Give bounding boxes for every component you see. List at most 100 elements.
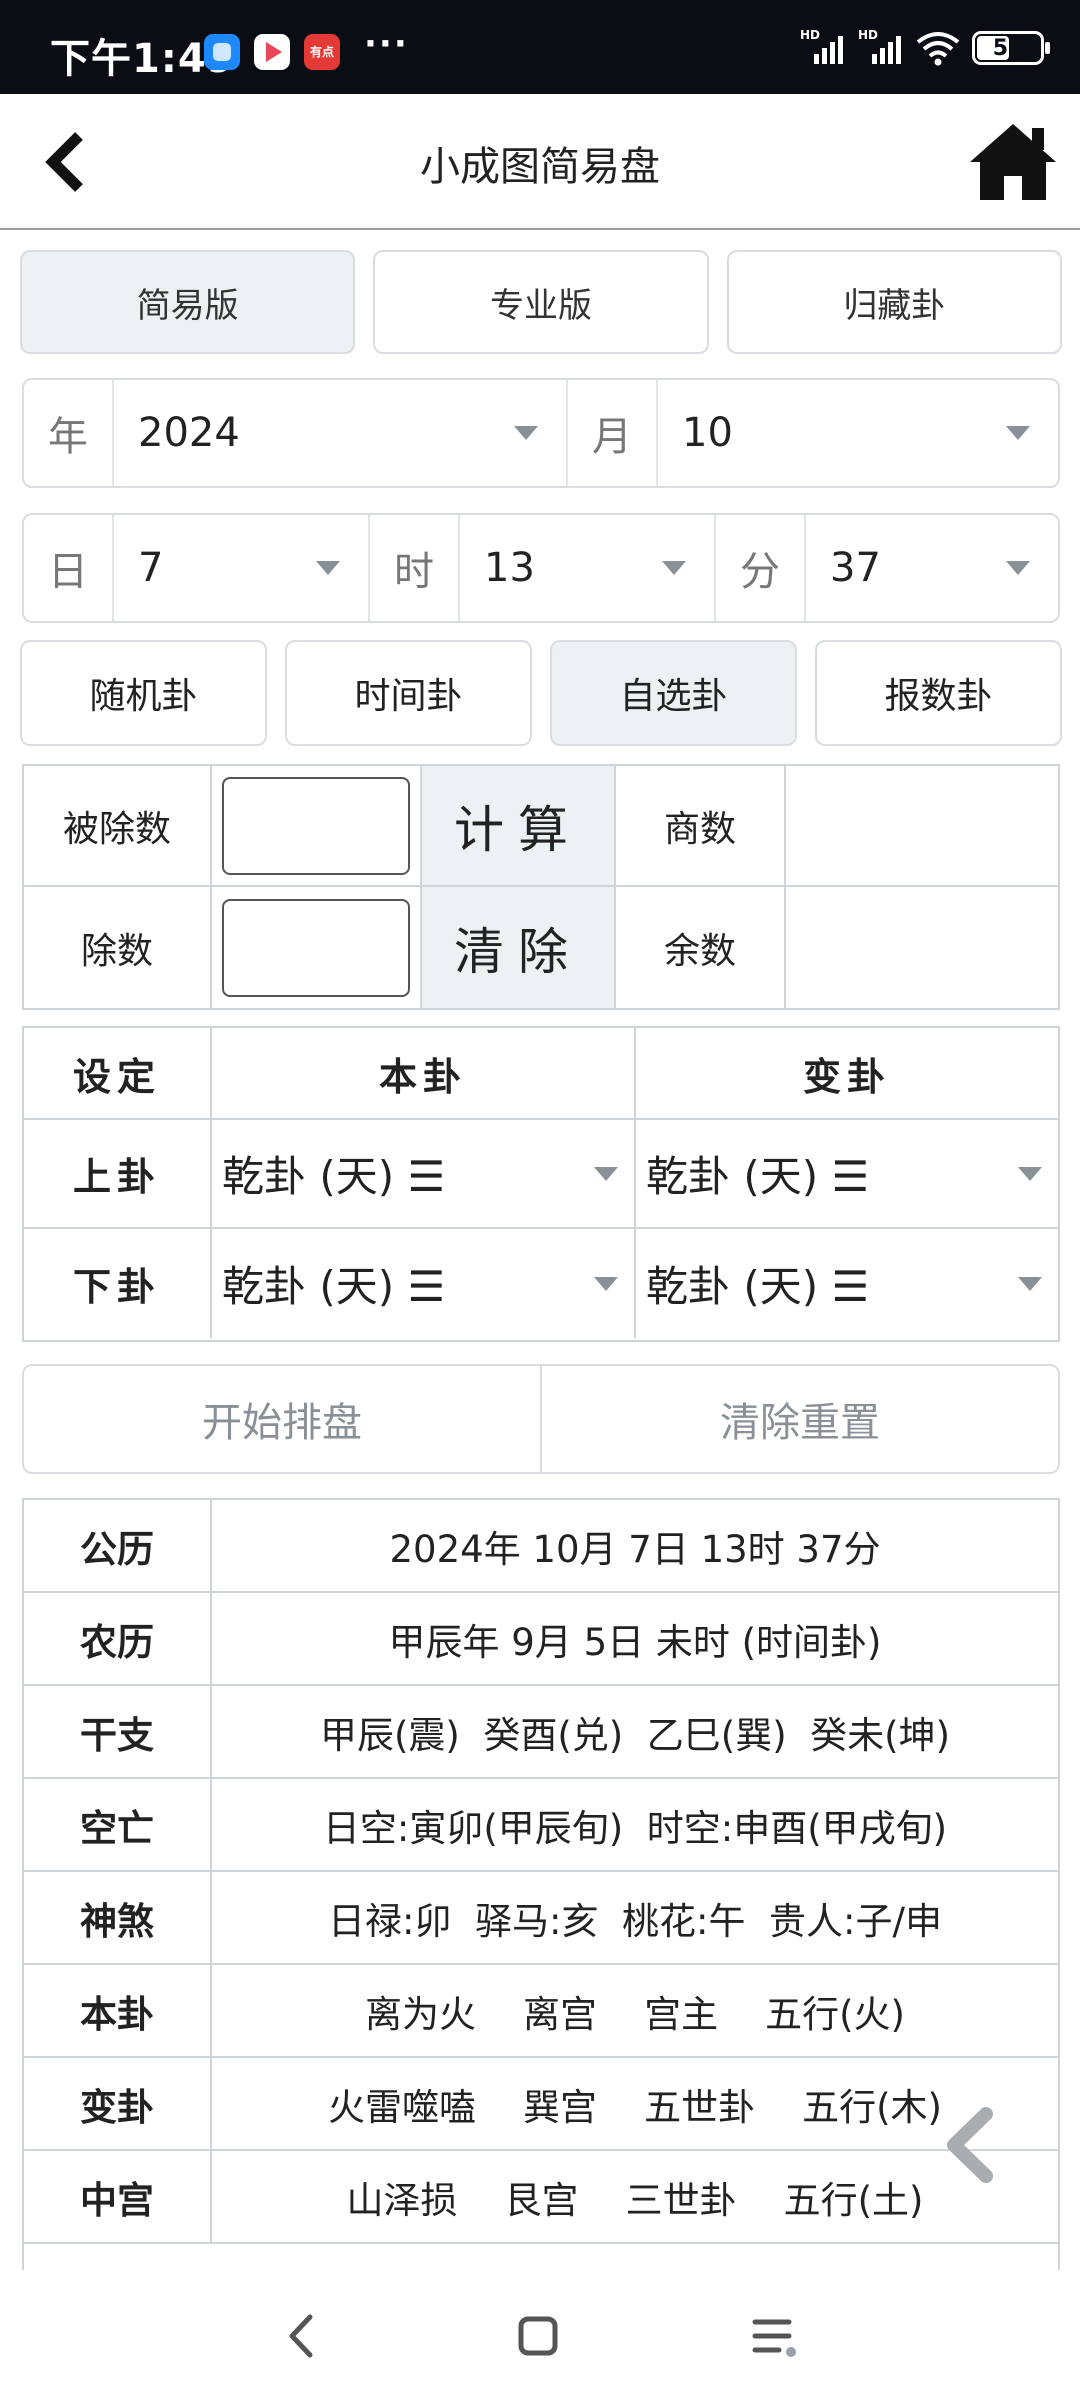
year-label: 年	[24, 380, 114, 486]
table-row: 公历 2024年 10月 7日 13时 37分	[24, 1500, 1058, 1593]
month-value: 10	[682, 410, 733, 456]
page-title: 小成图简易盘	[420, 144, 660, 190]
chevron-down-icon	[594, 1276, 618, 1291]
year-select[interactable]: 2024	[114, 380, 568, 486]
table-row: 中宫 山泽损 艮宫 三世卦 五行(土)	[24, 2151, 1058, 2244]
remainder-label: 余数	[616, 887, 786, 1008]
upper-gua-label: 上卦	[24, 1120, 212, 1227]
day-value: 7	[138, 545, 164, 591]
random-hexagram-button[interactable]: 随机卦	[20, 640, 267, 746]
nav-menu-button[interactable]	[742, 2304, 806, 2368]
upper-ben-value: 乾卦 (天) ☰	[222, 1152, 446, 1201]
upper-bian-value: 乾卦 (天) ☰	[646, 1152, 870, 1201]
table-row: 本卦 离为火 离宫 宫主 五行(火)	[24, 1965, 1058, 2058]
row-key: 本卦	[24, 1965, 212, 2056]
start-chart-button[interactable]: 开始排盘	[24, 1366, 542, 1472]
number-hexagram-button[interactable]: 报数卦	[815, 640, 1062, 746]
time-hexagram-button[interactable]: 时间卦	[285, 640, 532, 746]
lower-bian-value: 乾卦 (天) ☰	[646, 1262, 870, 1311]
wifi-icon	[916, 32, 960, 66]
signal-icon: HD	[800, 28, 846, 66]
home-button[interactable]	[968, 120, 1058, 202]
hour-label: 时	[370, 515, 460, 621]
lower-gua-label: 下卦	[24, 1229, 212, 1338]
lower-ben-select[interactable]: 乾卦 (天) ☰	[212, 1229, 636, 1338]
tab-guizang[interactable]: 归藏卦	[726, 250, 1062, 354]
chevron-down-icon	[662, 561, 686, 575]
year-value: 2024	[138, 410, 240, 456]
nav-back-icon	[289, 2314, 313, 2358]
row-value: 日空:寅卯(甲辰旬) 时空:申酉(甲戌旬)	[322, 1806, 948, 1850]
row-key: 干支	[24, 1686, 212, 1777]
video-app-icon	[254, 34, 290, 70]
table-row: 农历 甲辰年 9月 5日 未时 (时间卦)	[24, 1593, 1058, 1686]
minute-label: 分	[716, 515, 806, 621]
divisor-label: 除数	[24, 887, 212, 1008]
signal-hd-label: HD	[800, 28, 821, 42]
row-value: 2024年 10月 7日 13时 37分	[389, 1527, 881, 1571]
row-key: 变卦	[24, 2058, 212, 2149]
news-app-icon: 有点	[304, 34, 340, 70]
dividend-input[interactable]	[222, 776, 410, 875]
row-value: 甲辰年 9月 5日 未时 (时间卦)	[388, 1620, 882, 1664]
quotient-value	[786, 766, 1058, 885]
signal-icon-2: HD	[858, 28, 904, 66]
month-select[interactable]: 10	[658, 380, 1058, 486]
hexagram-settings-table: 设定 本卦 变卦 上卦 乾卦 (天) ☰ 乾卦 (天) ☰ 下卦 乾卦 (天) …	[22, 1026, 1060, 1342]
result-info-table: 公历 2024年 10月 7日 13时 37分 农历 甲辰年 9月 5日 未时 …	[22, 1498, 1060, 2278]
row-key: 空亡	[24, 1779, 212, 1870]
chevron-down-icon	[594, 1166, 618, 1181]
table-row: 空亡 日空:寅卯(甲辰旬) 时空:申酉(甲戌旬)	[24, 1779, 1058, 1872]
divisor-input[interactable]	[222, 898, 410, 997]
setting-header: 设定	[24, 1028, 212, 1118]
app-notification-icon	[204, 34, 240, 70]
upper-bian-select[interactable]: 乾卦 (天) ☰	[636, 1120, 1058, 1227]
version-tabs: 简易版 专业版 归藏卦	[20, 250, 1062, 354]
nav-home-button[interactable]	[506, 2304, 570, 2368]
day-select[interactable]: 7	[114, 515, 370, 621]
system-navigation-bar	[0, 2270, 1080, 2399]
chevron-down-icon	[1018, 1166, 1042, 1181]
remainder-value	[786, 887, 1058, 1008]
nav-home-icon	[518, 2316, 558, 2356]
minute-select[interactable]: 37	[806, 515, 1058, 621]
table-row: 神煞 日禄:卯 驿马:亥 桃花:午 贵人:子/申	[24, 1872, 1058, 1965]
quotient-label: 商数	[616, 766, 786, 885]
compute-button[interactable]: 计算	[422, 766, 616, 885]
chevron-down-icon	[1006, 561, 1030, 575]
row-key: 神煞	[24, 1872, 212, 1963]
bian-gua-header: 变卦	[802, 1054, 891, 1099]
more-notifications-icon: ···	[364, 24, 409, 64]
chevron-down-icon	[316, 561, 340, 575]
floating-back-button[interactable]	[930, 2100, 1010, 2190]
tab-professional[interactable]: 专业版	[373, 250, 709, 354]
row-value: 日禄:卯 驿马:亥 桃花:午 贵人:子/申	[328, 1899, 942, 1943]
table-row: 变卦 火雷噬嗑 巽宫 五世卦 五行(木)	[24, 2058, 1058, 2151]
row-value: 离为火 离宫 宫主 五行(火)	[364, 1992, 905, 2036]
chevron-left-icon	[947, 2107, 993, 2183]
chevron-down-icon	[514, 426, 538, 440]
day-label: 日	[24, 515, 114, 621]
battery-icon: 52	[972, 31, 1050, 65]
signal-hd-label-2: HD	[858, 28, 879, 42]
row-value: 甲辰(震) 癸酉(兑) 乙巳(巽) 癸未(坤)	[319, 1713, 951, 1757]
nav-back-button[interactable]	[270, 2304, 334, 2368]
lower-bian-select[interactable]: 乾卦 (天) ☰	[636, 1229, 1058, 1338]
action-buttons: 开始排盘 清除重置	[22, 1364, 1060, 1474]
dividend-label: 被除数	[24, 766, 212, 885]
chevron-down-icon	[1018, 1276, 1042, 1291]
table-row: 干支 甲辰(震) 癸酉(兑) 乙巳(巽) 癸未(坤)	[24, 1686, 1058, 1779]
row-key: 中宫	[24, 2151, 212, 2242]
status-bar: 下午1:49 有点 ··· HD HD 52	[0, 0, 1080, 94]
upper-ben-select[interactable]: 乾卦 (天) ☰	[212, 1120, 636, 1227]
nav-menu-icon	[752, 2319, 796, 2357]
year-month-row: 年 2024 月 10	[22, 378, 1060, 488]
reset-button[interactable]: 清除重置	[542, 1366, 1058, 1472]
month-label: 月	[568, 380, 658, 486]
app-header: 小成图简易盘	[0, 94, 1080, 230]
day-time-row: 日 7 时 13 分 37	[22, 513, 1060, 623]
custom-hexagram-button[interactable]: 自选卦	[550, 640, 797, 746]
clear-button[interactable]: 清除	[422, 887, 616, 1008]
tab-simple[interactable]: 简易版	[20, 250, 356, 354]
hour-select[interactable]: 13	[460, 515, 716, 621]
